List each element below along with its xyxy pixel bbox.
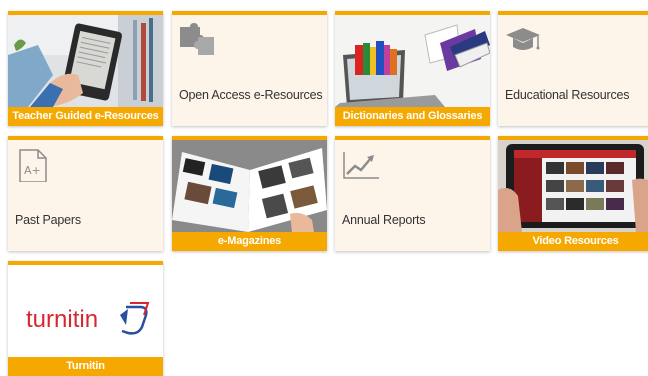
document-aplus-icon: A+ xyxy=(14,148,54,182)
turnitin-logo: turnitin xyxy=(8,265,163,357)
tile-dictionaries-and-glossaries[interactable]: Dictionaries and Glossaries xyxy=(335,11,490,126)
tile-label: Educational Resources xyxy=(505,88,630,102)
tile-e-magazines[interactable]: e-Magazines xyxy=(172,136,327,251)
svg-text:A+: A+ xyxy=(24,164,41,177)
tile-label: Past Papers xyxy=(15,213,81,227)
tile-label: Video Resources xyxy=(498,232,648,251)
tile-label: Open Access e-Resources xyxy=(179,88,323,102)
magazine-photo xyxy=(172,140,327,232)
tile-label: Teacher Guided e-Resources xyxy=(8,107,163,126)
books-laptop-photo xyxy=(335,15,490,107)
turnitin-logo-text: turnitin xyxy=(26,306,98,333)
graduation-cap-icon xyxy=(504,23,544,57)
tile-video-resources[interactable]: Video Resources xyxy=(498,136,648,251)
tablet-video-photo xyxy=(498,140,648,232)
tile-turnitin[interactable]: turnitin Turnitin xyxy=(8,261,163,376)
trend-chart-icon xyxy=(341,148,381,182)
tile-teacher-guided-e-resources[interactable]: Teacher Guided e-Resources xyxy=(8,11,163,126)
tile-label: Annual Reports xyxy=(342,213,426,227)
tile-label: Turnitin xyxy=(8,357,163,376)
tile-label: Dictionaries and Glossaries xyxy=(335,107,490,126)
puzzle-icon xyxy=(178,23,218,57)
tile-annual-reports[interactable]: Annual Reports xyxy=(335,136,490,251)
tablet-reading-photo xyxy=(8,15,163,107)
tile-past-papers[interactable]: A+ Past Papers xyxy=(8,136,163,251)
tile-open-access-e-resources[interactable]: Open Access e-Resources xyxy=(172,11,327,126)
tile-educational-resources[interactable]: Educational Resources xyxy=(498,11,648,126)
tile-label: e-Magazines xyxy=(172,232,327,251)
